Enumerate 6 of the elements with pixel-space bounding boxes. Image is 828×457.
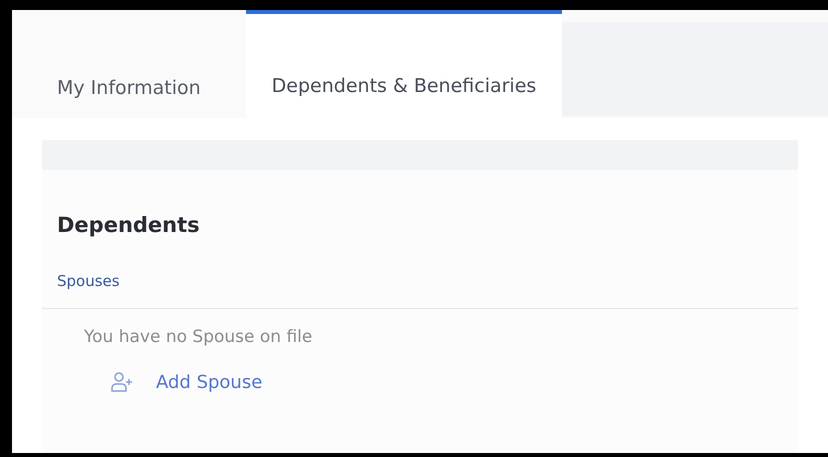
tab[interactable]: Dependents & Beneficiaries [246, 10, 562, 118]
add-person-icon [110, 371, 134, 393]
subsection-title: Spouses [56, 270, 121, 292]
section-title: Dependents [56, 212, 201, 239]
empty-message: You have no Spouse on file [83, 326, 314, 349]
add-spouse-link[interactable]: Add Spouse [110, 368, 262, 396]
